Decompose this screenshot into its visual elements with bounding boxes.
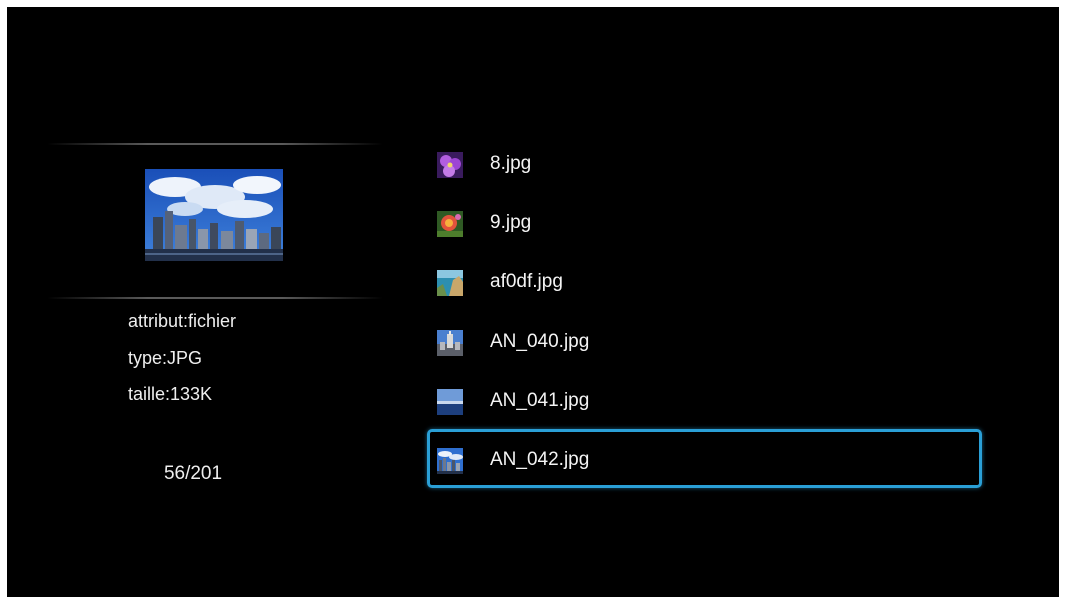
coastline-thumbnail (437, 270, 463, 297)
file-name: 9.jpg (490, 212, 532, 234)
file-list-item-selected[interactable]: AN_042.jpg (427, 428, 982, 489)
building-thumbnail (437, 329, 463, 356)
file-list-item[interactable]: AN_040.jpg (427, 311, 982, 370)
photo-browser-screen: attribut:fichier type:JPG taille:133K 56… (7, 7, 1059, 597)
file-list: 8.jpg 9.jpg af0df.jpg AN_040.jpg AN_041.… (427, 133, 982, 489)
file-attribute-label: attribut:fichier (128, 311, 237, 331)
file-list-item[interactable]: 8.jpg (427, 133, 982, 192)
file-size-label: taille:133K (128, 384, 213, 404)
city-skyline-image (145, 169, 283, 261)
info-panel-divider-top (47, 143, 383, 145)
file-type-label: type:JPG (128, 348, 203, 368)
red-flower-thumbnail (437, 211, 463, 238)
city-skyline-thumbnail (437, 447, 463, 474)
file-name: af0df.jpg (490, 271, 563, 293)
file-list-item[interactable]: AN_041.jpg (427, 370, 982, 429)
file-list-item[interactable]: af0df.jpg (427, 251, 982, 310)
file-name: AN_042.jpg (490, 448, 590, 470)
purple-flower-thumbnail (437, 152, 463, 178)
seascape-thumbnail (437, 388, 463, 415)
file-position-counter: 56/201 (163, 463, 223, 484)
file-name: 8.jpg (490, 153, 532, 174)
info-panel-divider-bottom (47, 297, 383, 299)
selected-image-preview (145, 169, 283, 261)
file-name: AN_040.jpg (490, 330, 590, 352)
file-name: AN_041.jpg (490, 389, 590, 411)
file-list-item[interactable]: 9.jpg (427, 192, 982, 251)
